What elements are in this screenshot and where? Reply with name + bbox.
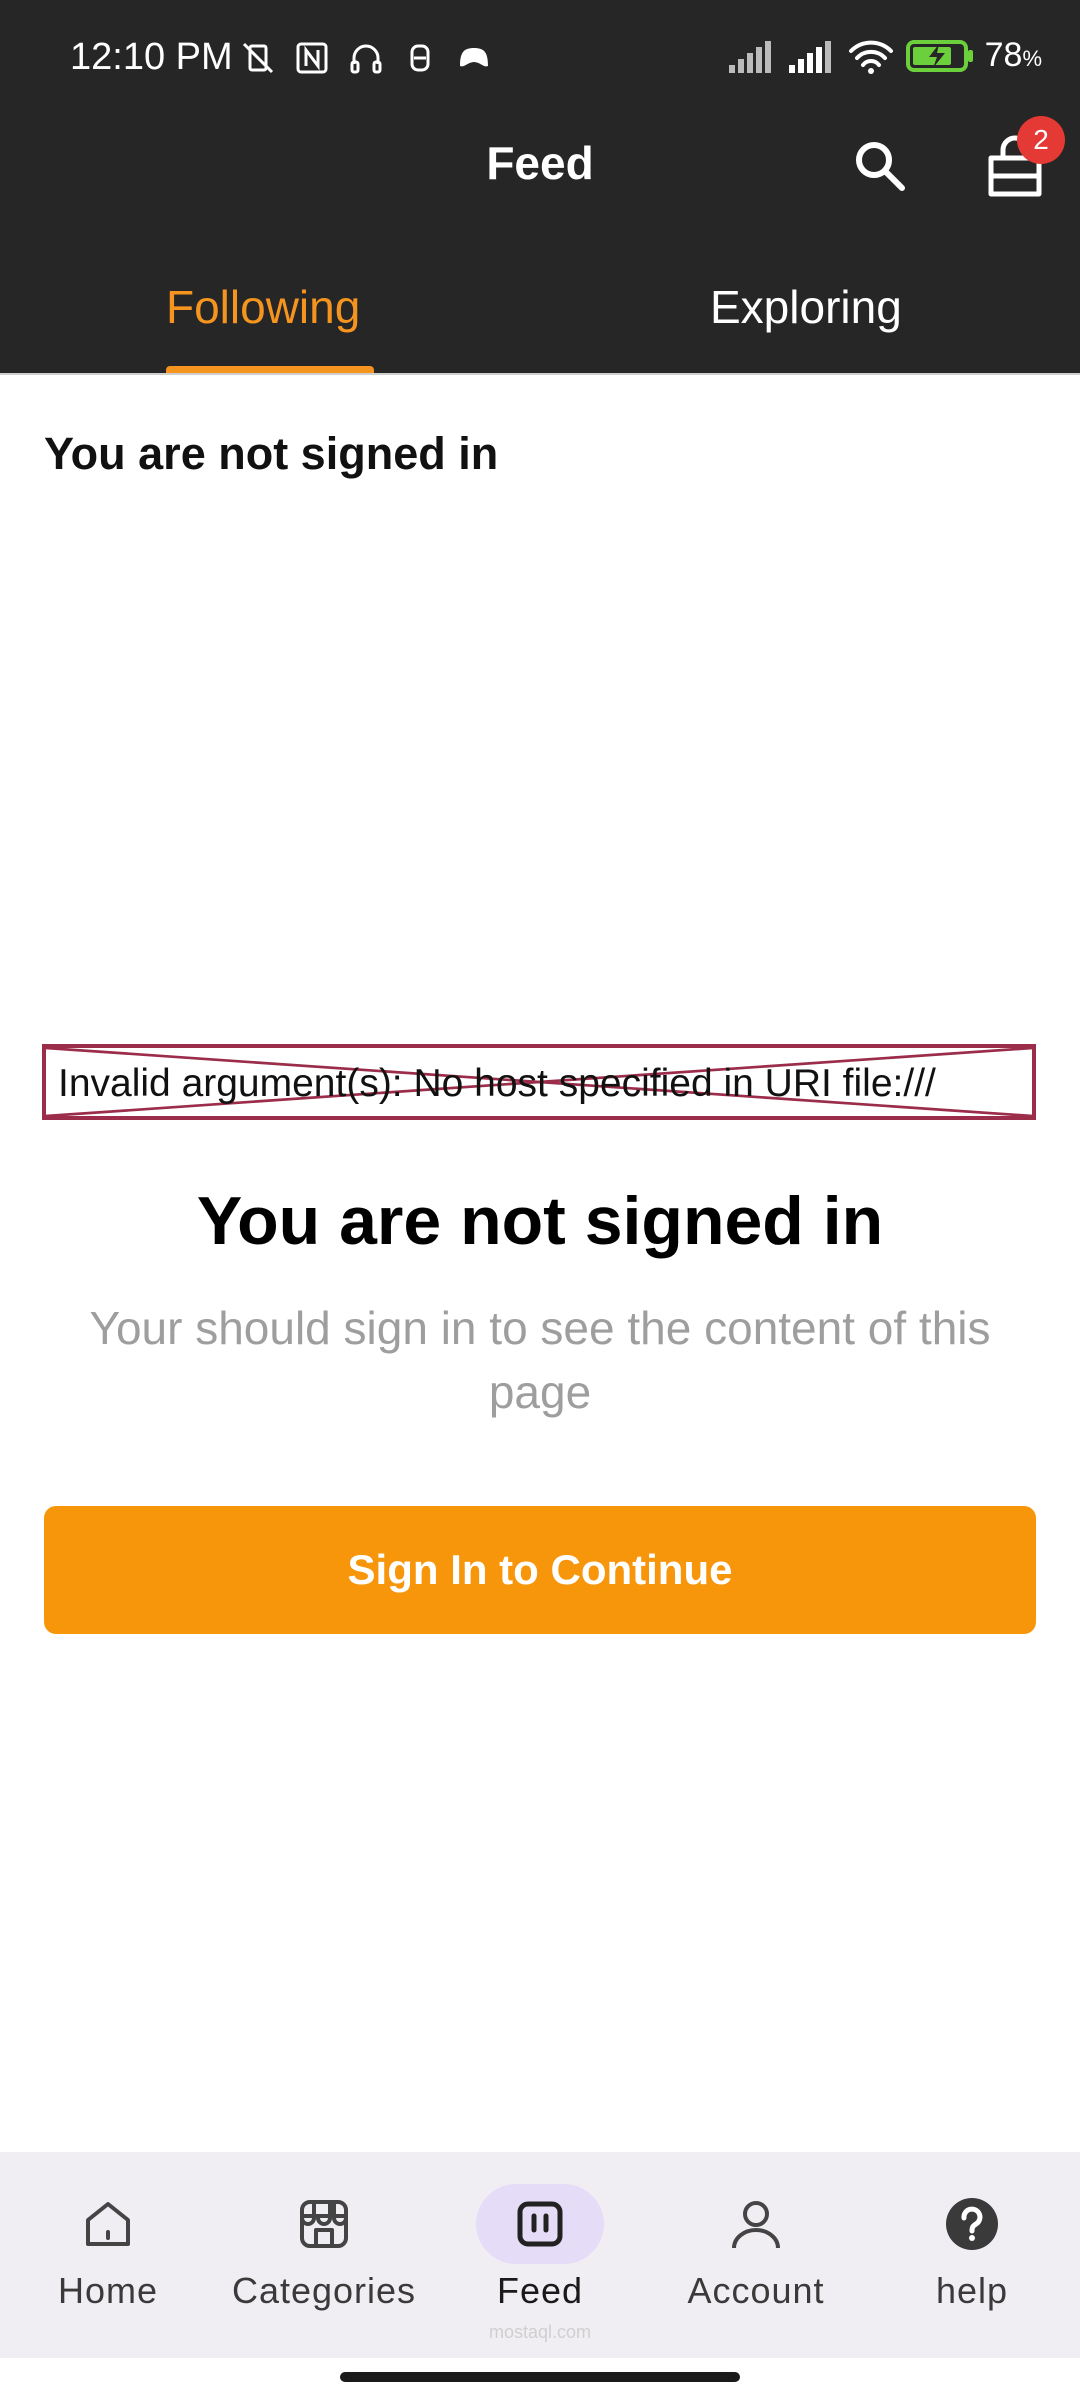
- empty-state-title: You are not signed in: [196, 1183, 884, 1259]
- nav-label-help: help: [935, 2270, 1009, 2311]
- game-controller-icon: [460, 48, 488, 67]
- divider: [0, 373, 1080, 375]
- bottom-navigation: Home Categories Feed mostaql.com Account…: [0, 2152, 1080, 2358]
- nav-label-feed: Feed: [496, 2270, 584, 2311]
- tab-following[interactable]: Following: [166, 280, 360, 334]
- page-title: Feed: [486, 137, 594, 189]
- nav-label-account: Account: [687, 2270, 825, 2311]
- active-tab-indicator: [166, 366, 374, 373]
- status-time: 12:10 PM: [70, 36, 233, 78]
- empty-state-subtitle: Your should sign in to see the content o…: [89, 1302, 991, 1418]
- nfc-icon: [296, 42, 328, 74]
- help-icon: [946, 2198, 998, 2250]
- vibrate-off-icon: [242, 42, 274, 74]
- nav-label-categories: Categories: [231, 2270, 417, 2311]
- battery-percentage: 78%: [984, 36, 1042, 74]
- signal-icon-2: [788, 40, 831, 73]
- home-gesture-bar[interactable]: [340, 2372, 740, 2382]
- status-notification-icons: [238, 38, 494, 78]
- nav-label-home: Home: [57, 2270, 159, 2311]
- broken-image-placeholder: Invalid argument(s): No host specified i…: [42, 1044, 1036, 1120]
- top-app-bar: 12:10 PM 78% Feed 2 Following Exploring: [0, 0, 1080, 373]
- sign-in-button[interactable]: Sign In to Continue: [44, 1506, 1036, 1634]
- wifi-icon: [848, 40, 893, 74]
- error-message: Invalid argument(s): No host specified i…: [58, 1062, 936, 1105]
- cart-count-badge: 2: [1017, 116, 1065, 164]
- nav-item-home[interactable]: Home: [0, 2152, 216, 2358]
- store-icon: [300, 2200, 348, 2248]
- status-system-icons: 78%: [727, 36, 1042, 75]
- app-notification-icon: [410, 44, 430, 72]
- search-icon[interactable]: [850, 136, 910, 196]
- nav-item-account[interactable]: Account: [648, 2152, 864, 2358]
- nav-item-help[interactable]: help: [864, 2152, 1080, 2358]
- feed-tabs: Following Exploring: [0, 262, 1080, 373]
- battery-charging-icon: [905, 39, 973, 72]
- status-bar: 12:10 PM 78%: [0, 0, 1080, 118]
- home-icon: [86, 2202, 130, 2246]
- signal-icon: [728, 40, 771, 73]
- section-heading: You are not signed in: [44, 428, 499, 479]
- nav-item-feed[interactable]: Feed mostaql.com: [432, 2152, 648, 2358]
- tab-exploring[interactable]: Exploring: [710, 280, 902, 334]
- watermark: mostaql.com: [488, 2322, 592, 2342]
- feed-icon: [517, 2201, 563, 2247]
- nav-item-categories[interactable]: Categories: [216, 2152, 432, 2358]
- person-icon: [732, 2201, 780, 2249]
- headphones-icon: [350, 44, 382, 74]
